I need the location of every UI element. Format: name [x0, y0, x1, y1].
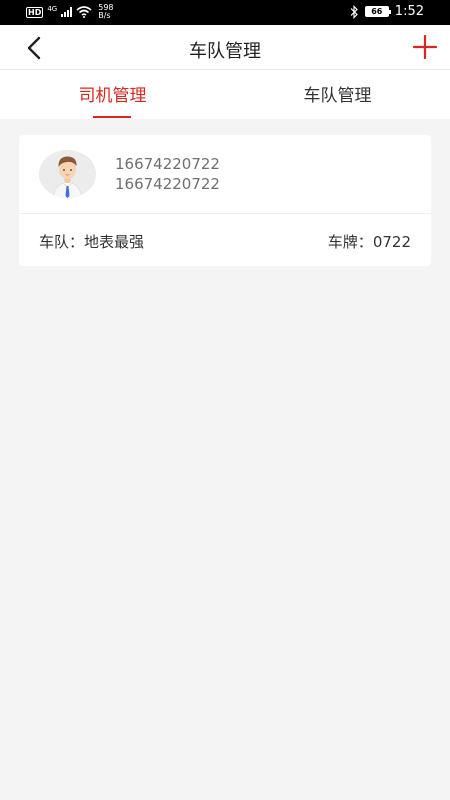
avatar	[39, 150, 96, 198]
tab-team-management[interactable]: 车队管理	[225, 70, 450, 119]
plate-value: 0722	[372, 233, 411, 251]
page-title: 车队管理	[189, 41, 261, 62]
active-tab-indicator	[93, 116, 131, 118]
status-left: HD 4G 598 B/s	[26, 4, 114, 20]
driver-phone: 16674220722	[115, 175, 220, 193]
speed-unit: B/s	[98, 11, 111, 20]
network-type: 4G	[47, 4, 58, 13]
status-bar: HD 4G 598 B/s 66 1:52	[0, 0, 450, 25]
add-button[interactable]	[412, 34, 438, 60]
team-info: 车队：地表最强	[39, 231, 144, 252]
status-time: 1:52	[394, 4, 424, 19]
driver-name: 16674220722	[115, 155, 220, 173]
card-divider	[19, 213, 431, 214]
plate-label: 车牌：	[327, 233, 373, 251]
tab-bar: 司机管理 车队管理	[0, 70, 450, 119]
battery-icon: 66	[364, 6, 391, 17]
wifi-icon	[76, 6, 92, 18]
plate-info: 车牌：0722	[328, 231, 411, 252]
driver-avatar-icon	[39, 150, 96, 198]
driver-card[interactable]: 16674220722 16674220722 车队：地表最强 车牌：0722	[19, 135, 431, 266]
team-value: 地表最强	[84, 233, 145, 251]
hd-badge: HD	[26, 6, 44, 18]
team-label: 车队：	[39, 233, 85, 251]
network-speed: 598 B/s	[98, 4, 113, 20]
signal-icon	[61, 7, 73, 17]
status-right: 66 1:52	[349, 4, 424, 19]
bluetooth-icon	[350, 4, 358, 19]
tab-driver-management[interactable]: 司机管理	[0, 70, 225, 119]
nav-bar: 车队管理	[0, 25, 450, 70]
